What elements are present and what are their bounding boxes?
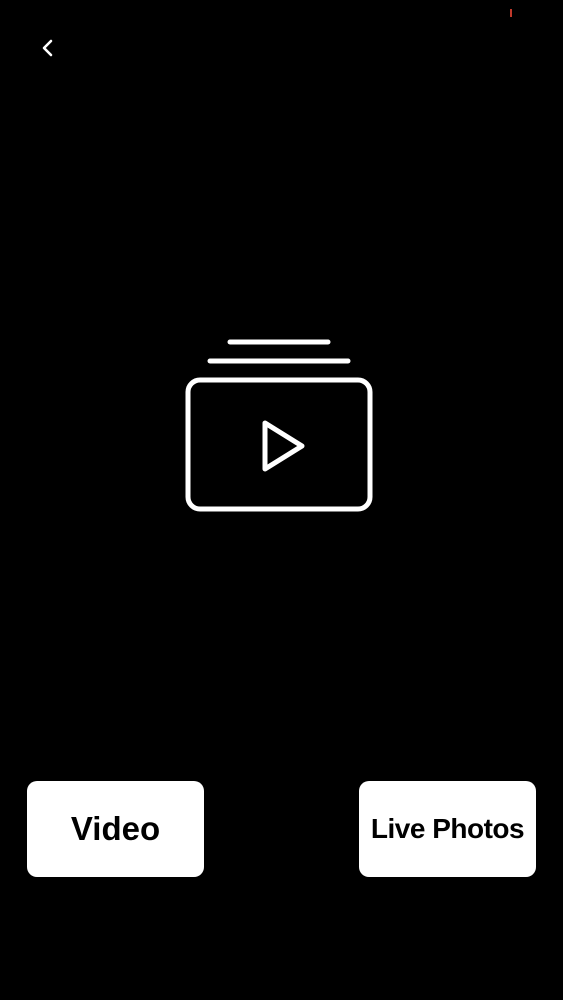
video-library-icon xyxy=(182,335,377,515)
back-button[interactable] xyxy=(34,34,62,62)
status-indicator xyxy=(510,9,512,17)
chevron-left-icon xyxy=(42,39,53,57)
live-photos-button[interactable]: Live Photos xyxy=(359,781,536,877)
video-button[interactable]: Video xyxy=(27,781,204,877)
video-button-label: Video xyxy=(70,810,161,847)
live-photos-button-label: Live Photos xyxy=(370,813,525,844)
